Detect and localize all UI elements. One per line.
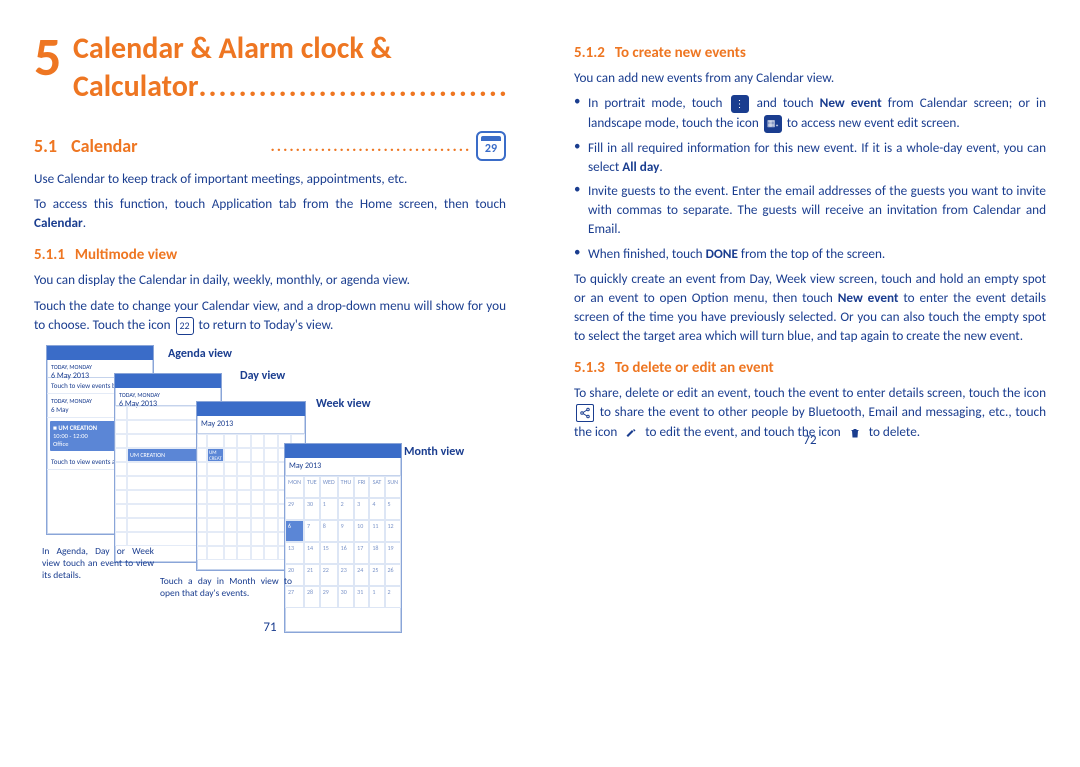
section-intro: Use Calendar to keep track of important … <box>34 169 506 188</box>
section-title: Calendar <box>71 135 270 157</box>
today-icon: 22 <box>176 317 194 335</box>
sub512-intro: You can add new events from any Calendar… <box>574 68 1046 87</box>
month-label: Month view <box>404 445 464 459</box>
chapter-number: 5 <box>34 30 61 84</box>
page-right: 5.1.2To create new events You can add ne… <box>540 0 1080 468</box>
sub511-p1: You can display the Calendar in daily, w… <box>34 270 506 289</box>
section-5-1-row: 5.1 Calendar ...........................… <box>34 131 506 161</box>
menu-icon: ⋮ <box>731 95 749 113</box>
new-event-icon: ▦₊ <box>764 115 782 133</box>
section-number: 5.1 <box>34 135 57 157</box>
bullet-1: In portrait mode, touch ⋮ and touch New … <box>574 93 1046 133</box>
subsection-5-1-3: 5.1.3To delete or edit an event <box>574 359 1046 377</box>
page-left: 5 Calendar & Alarm clock & Calculator...… <box>0 0 540 655</box>
chapter-leader: ............................... <box>199 68 509 105</box>
share-icon <box>576 404 594 422</box>
bullet-4: When finished, touch DONE from the top o… <box>574 244 1046 263</box>
sub512-bullets: In portrait mode, touch ⋮ and touch New … <box>574 93 1046 263</box>
section-leader: ........................................… <box>271 137 470 156</box>
calendar-screenshots: TODAY, MONDAY6 May 2013 Touch to view ev… <box>34 345 506 635</box>
section-access: To access this function, touch Applicati… <box>34 194 506 232</box>
calendar-icon: 29 <box>476 131 506 161</box>
agenda-label: Agenda view <box>168 347 232 361</box>
day-label: Day view <box>240 369 285 383</box>
sub512-after: To quickly create an event from Day, Wee… <box>574 269 1046 346</box>
chapter-header: 5 Calendar & Alarm clock & Calculator...… <box>34 30 506 105</box>
bullet-3: Invite guests to the event. Enter the em… <box>574 181 1046 238</box>
caption-month: Touch a day in Month view to open that d… <box>160 575 292 600</box>
week-label: Week view <box>316 397 371 411</box>
subsection-5-1-2: 5.1.2To create new events <box>574 44 1046 62</box>
page-number-left: 71 <box>0 620 540 635</box>
caption-agenda: In Agenda, Day or Week view touch an eve… <box>42 545 154 582</box>
subsection-5-1-1: 5.1.1Multimode view <box>34 246 506 264</box>
sub511-p2: Touch the date to change your Calendar v… <box>34 296 506 335</box>
month-view-mock: May 2013 MONTUEWEDTHUFRISATSUN2930123456… <box>284 443 402 633</box>
page-number-right: 72 <box>540 433 1080 448</box>
bullet-2: Fill in all required information for thi… <box>574 138 1046 176</box>
